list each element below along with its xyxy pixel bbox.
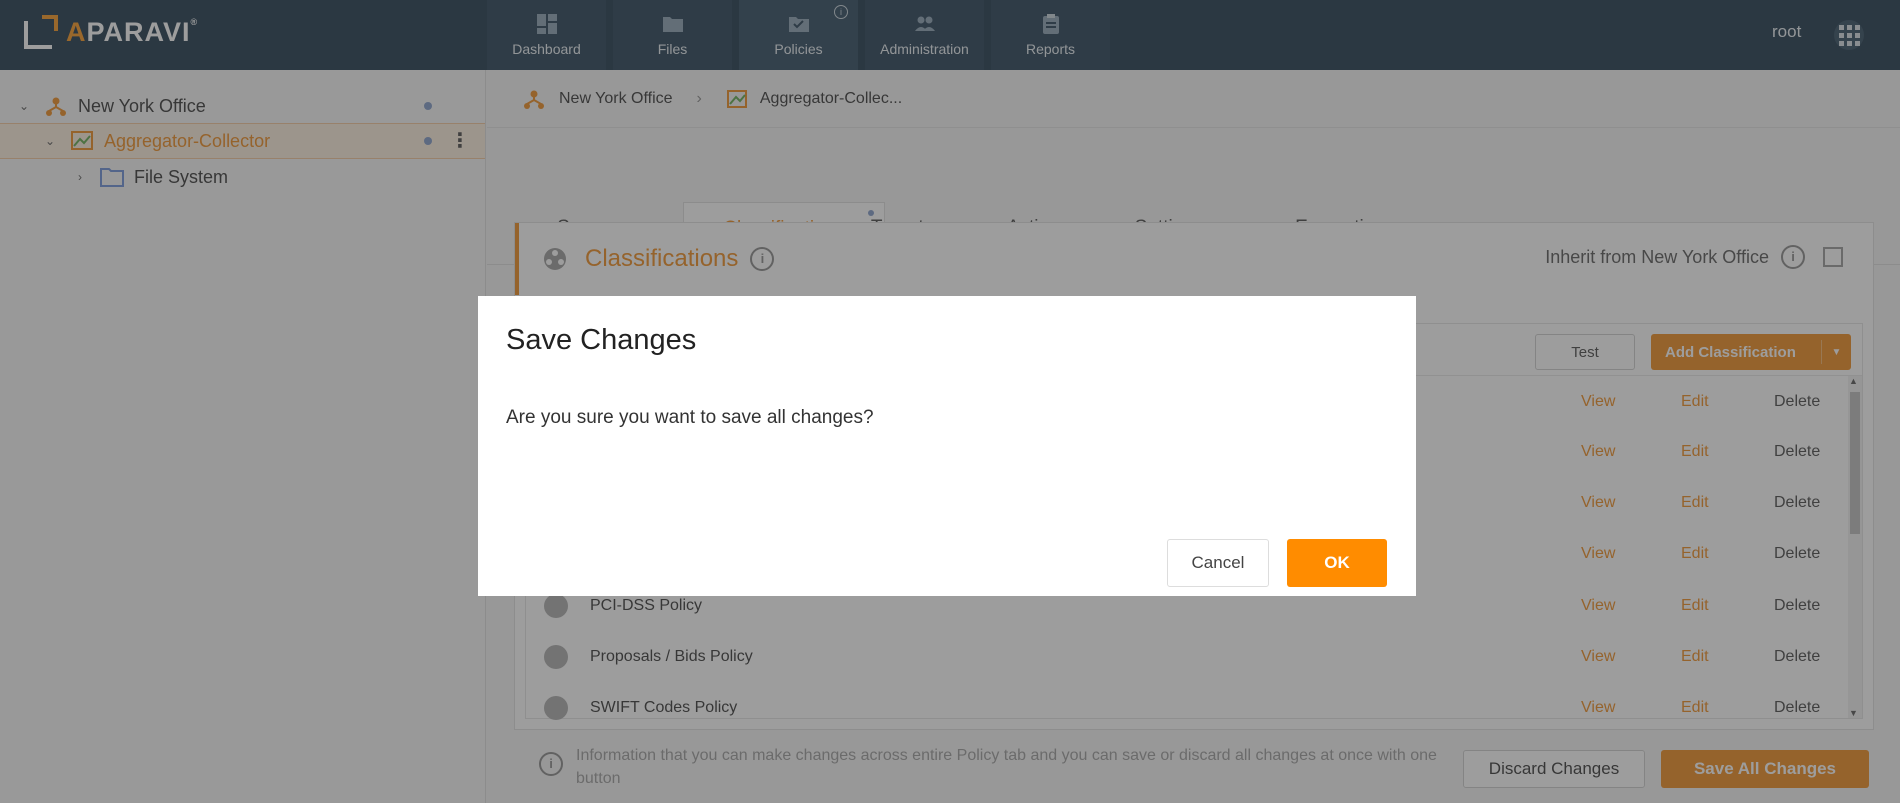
cancel-button[interactable]: Cancel xyxy=(1167,539,1269,587)
save-changes-dialog: Save Changes Are you sure you want to sa… xyxy=(478,296,1416,596)
dialog-title: Save Changes xyxy=(506,324,697,356)
dialog-message: Are you sure you want to save all change… xyxy=(506,407,874,428)
ok-button[interactable]: OK xyxy=(1287,539,1387,587)
